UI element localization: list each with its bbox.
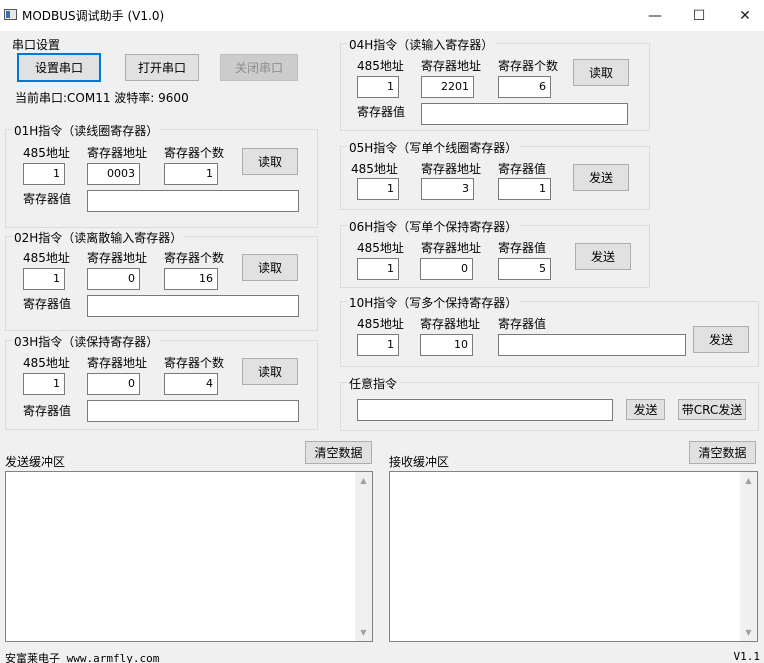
cmd10-addr-input[interactable]: 1 <box>357 334 399 356</box>
cmd05-title: 05H指令（写单个线圈寄存器） <box>347 139 520 156</box>
cmd10-reg-label: 寄存器地址 <box>420 317 481 331</box>
cmd01-title: 01H指令（读线圈寄存器） <box>12 122 161 139</box>
cmd03-addr-input[interactable]: 1 <box>23 373 65 395</box>
recv-buffer-label: 接收缓冲区 <box>389 455 450 469</box>
scroll-up-icon[interactable]: ▲ <box>740 472 757 489</box>
cmd04-reg-label: 寄存器地址 <box>421 59 482 73</box>
cmd05-send-button[interactable]: 发送 <box>573 164 629 191</box>
cmd01-read-button[interactable]: 读取 <box>242 148 298 175</box>
cmd06-addr-label: 485地址 <box>357 241 404 255</box>
title-bar: MODBUS调试助手 (V1.0) — ☐ ✕ <box>0 0 764 31</box>
cmd06-title: 06H指令（写单个保持寄存器） <box>347 218 520 235</box>
recv-buffer-scrollbar[interactable]: ▲ ▼ <box>740 472 757 641</box>
cmd04-count-label: 寄存器个数 <box>498 59 559 73</box>
cmd05-reg-label: 寄存器地址 <box>421 162 482 176</box>
cmd01-value-label: 寄存器值 <box>23 192 72 206</box>
close-serial-button[interactable]: 关闭串口 <box>220 54 298 81</box>
cmd03-read-button[interactable]: 读取 <box>242 358 298 385</box>
version-label: V1.1 <box>733 650 761 663</box>
cmd04-value-input[interactable] <box>421 103 628 125</box>
custom-send-button[interactable]: 发送 <box>626 399 665 420</box>
cmd03-reg-label: 寄存器地址 <box>87 356 148 370</box>
cmd01-addr-label: 485地址 <box>23 146 70 160</box>
cmd04-read-button[interactable]: 读取 <box>573 59 629 86</box>
cmd06-reg-label: 寄存器地址 <box>421 241 482 255</box>
cmd06-addr-input[interactable]: 1 <box>357 258 399 280</box>
send-buffer-content <box>6 472 372 476</box>
cmd03-count-input[interactable]: 4 <box>164 373 218 395</box>
cmd04-count-input[interactable]: 6 <box>498 76 551 98</box>
cmd02-reg-label: 寄存器地址 <box>87 251 148 265</box>
app-window-icon <box>4 9 17 20</box>
cmd05-value-label: 寄存器值 <box>498 162 547 176</box>
window-title: MODBUS调试助手 (V1.0) <box>22 9 165 23</box>
cmd06-send-button[interactable]: 发送 <box>575 243 631 270</box>
cmd05-value-input[interactable]: 1 <box>498 178 551 200</box>
cmd02-count-label: 寄存器个数 <box>164 251 225 265</box>
company-footer: 安富莱电子 www.armfly.com <box>5 652 160 663</box>
send-buffer-clear-button[interactable]: 清空数据 <box>305 441 372 464</box>
serial-status: 当前串口:COM11 波特率: 9600 <box>15 91 189 105</box>
cmd04-addr-label: 485地址 <box>357 59 404 73</box>
scroll-up-icon[interactable]: ▲ <box>355 472 372 489</box>
cmd10-value-input[interactable] <box>498 334 686 356</box>
cmd06-reg-input[interactable]: 0 <box>420 258 473 280</box>
recv-buffer-clear-button[interactable]: 清空数据 <box>689 441 756 464</box>
cmd03-addr-label: 485地址 <box>23 356 70 370</box>
cmd02-value-label: 寄存器值 <box>23 297 72 311</box>
custom-cmd-input[interactable] <box>357 399 613 421</box>
cmd01-count-input[interactable]: 1 <box>164 163 218 185</box>
send-buffer-scrollbar[interactable]: ▲ ▼ <box>355 472 372 641</box>
cmd02-title: 02H指令（读离散输入寄存器） <box>12 229 185 246</box>
cmd10-value-label: 寄存器值 <box>498 317 547 331</box>
cmd01-count-label: 寄存器个数 <box>164 146 225 160</box>
cmd05-addr-label: 485地址 <box>351 162 398 176</box>
cmd02-read-button[interactable]: 读取 <box>242 254 298 281</box>
scroll-down-icon[interactable]: ▼ <box>355 624 372 641</box>
cmd05-addr-input[interactable]: 1 <box>357 178 399 200</box>
open-serial-button[interactable]: 打开串口 <box>125 54 199 81</box>
cmd01-addr-input[interactable]: 1 <box>23 163 65 185</box>
cmd01-reg-input[interactable]: 0003 <box>87 163 140 185</box>
cmd10-reg-input[interactable]: 10 <box>420 334 473 356</box>
cmd04-addr-input[interactable]: 1 <box>357 76 399 98</box>
cmd03-reg-input[interactable]: 0 <box>87 373 140 395</box>
cmd03-value-label: 寄存器值 <box>23 404 72 418</box>
scroll-down-icon[interactable]: ▼ <box>740 624 757 641</box>
cmd01-reg-label: 寄存器地址 <box>87 146 148 160</box>
cmd01-value-input[interactable] <box>87 190 299 212</box>
custom-crc-send-button[interactable]: 带CRC发送 <box>678 399 746 420</box>
cmd10-title: 10H指令（写多个保持寄存器） <box>347 294 520 311</box>
close-window-button[interactable]: ✕ <box>722 0 764 31</box>
cmd02-addr-input[interactable]: 1 <box>23 268 65 290</box>
cmd03-count-label: 寄存器个数 <box>164 356 225 370</box>
cmd02-addr-label: 485地址 <box>23 251 70 265</box>
setup-serial-button[interactable]: 设置串口 <box>17 53 101 82</box>
cmd06-value-input[interactable]: 5 <box>498 258 551 280</box>
cmd03-title: 03H指令（读保持寄存器） <box>12 333 161 350</box>
maximize-button[interactable]: ☐ <box>676 0 722 31</box>
cmd04-title: 04H指令（读输入寄存器） <box>347 36 496 53</box>
send-buffer-textarea[interactable]: ▲ ▼ <box>5 471 373 642</box>
cmd02-reg-input[interactable]: 0 <box>87 268 140 290</box>
send-buffer-label: 发送缓冲区 <box>5 455 66 469</box>
cmd06-value-label: 寄存器值 <box>498 241 547 255</box>
cmd04-reg-input[interactable]: 2201 <box>421 76 474 98</box>
minimize-button[interactable]: — <box>632 0 678 31</box>
cmd10-addr-label: 485地址 <box>357 317 404 331</box>
cmd10-send-button[interactable]: 发送 <box>693 326 749 353</box>
cmd02-count-input[interactable]: 16 <box>164 268 218 290</box>
cmd05-reg-input[interactable]: 3 <box>421 178 474 200</box>
cmd03-value-input[interactable] <box>87 400 299 422</box>
cmd04-value-label: 寄存器值 <box>357 105 406 119</box>
custom-cmd-title: 任意指令 <box>347 375 400 392</box>
recv-buffer-textarea[interactable]: ▲ ▼ <box>389 471 758 642</box>
recv-buffer-content <box>390 472 757 476</box>
cmd02-value-input[interactable] <box>87 295 299 317</box>
serial-settings-title: 串口设置 <box>12 38 61 52</box>
